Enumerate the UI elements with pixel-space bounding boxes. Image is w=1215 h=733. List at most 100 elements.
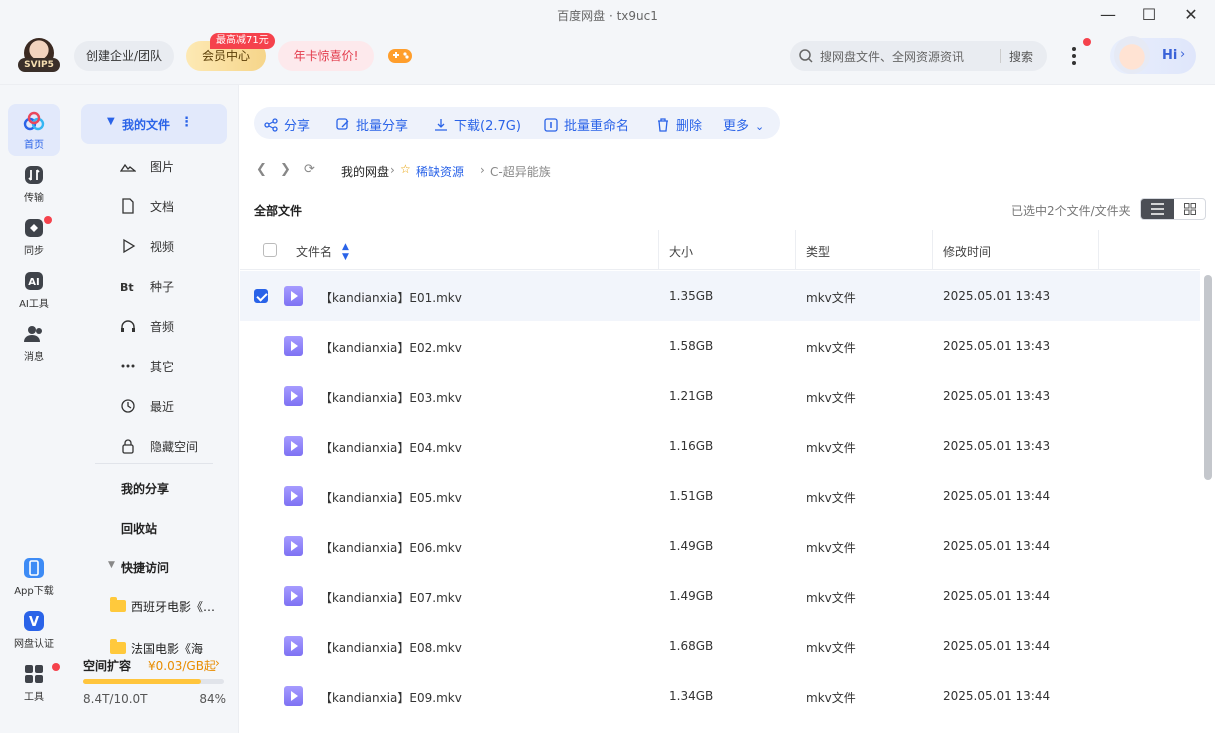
create-enterprise-button[interactable]: 创建企业/团队 [74, 41, 174, 71]
year-card-button[interactable]: 年卡惊喜价! [278, 41, 374, 71]
folder-icon [110, 639, 126, 654]
table-row[interactable]: 【kandianxia】E03.mkv 1.21GB mkv文件 2025.05.01… [240, 371, 1200, 421]
table-row[interactable]: 【kandianxia】E09.mkv 1.34GB mkv文件 2025.05.01… [240, 671, 1200, 721]
lock-icon [122, 439, 134, 454]
back-arrow-icon[interactable]: ❮ [256, 162, 267, 177]
chevron-right-icon: › [1180, 47, 1186, 62]
breadcrumb-level1[interactable]: 稀缺资源 [416, 163, 464, 180]
close-icon[interactable]: ✕ [1176, 4, 1206, 26]
select-all-checkbox[interactable] [263, 243, 277, 257]
file-size: 1.51GB [669, 489, 714, 503]
file-size: 1.16GB [669, 439, 714, 453]
maximize-icon[interactable]: ☐ [1134, 4, 1164, 26]
nav-app-download[interactable]: App下载 [8, 550, 60, 602]
more-vertical-icon[interactable]: ⋮ [180, 115, 193, 130]
search-button[interactable]: 搜索 [1009, 48, 1033, 65]
file-modified: 2025.05.01 13:43 [943, 289, 1051, 303]
more-options-icon[interactable] [1068, 44, 1080, 68]
refresh-icon[interactable]: ⟳ [304, 162, 315, 177]
share-button[interactable]: 分享 [264, 115, 310, 134]
column-size[interactable]: 大小 [669, 243, 693, 260]
quota-bar [83, 679, 224, 684]
quick-folder-item[interactable]: 西班牙电影《… [131, 598, 219, 615]
file-size: 1.21GB [669, 389, 714, 403]
row-checkbox[interactable] [254, 289, 268, 303]
file-name[interactable]: 【kandianxia】E01.mkv [320, 289, 462, 306]
file-type: mkv文件 [806, 341, 856, 355]
gamepad-icon[interactable] [387, 44, 413, 68]
window-title: 百度网盘 · tx9uc1 [557, 9, 658, 23]
chevron-down-icon[interactable]: ▼ [108, 560, 115, 570]
ai-icon: AI [25, 272, 43, 290]
audio-icon [121, 320, 135, 332]
nav-messages[interactable]: 消息 [8, 316, 60, 368]
assistant-button[interactable]: Hi › [1110, 36, 1196, 74]
sidebar-item-label: 种子 [150, 280, 175, 294]
batch-share-button[interactable]: 批量分享 [336, 115, 408, 134]
storage-quota[interactable]: 空间扩容 ¥0.03/GB起 › 8.4T/10.0T 84% [83, 655, 226, 725]
search-divider [1000, 49, 1001, 63]
file-name[interactable]: 【kandianxia】E02.mkv [320, 339, 462, 356]
search-input[interactable]: 搜网盘文件、全网资源资讯 [820, 48, 964, 65]
file-name[interactable]: 【kandianxia】E07.mkv [320, 589, 462, 606]
list-view-button[interactable] [1141, 199, 1174, 219]
avatar[interactable]: SVIP5 [18, 38, 60, 72]
quick-folder-item[interactable]: 法国电影《海 [131, 640, 219, 654]
view-toggle [1140, 198, 1206, 220]
file-name[interactable]: 【kandianxia】E05.mkv [320, 489, 462, 506]
sort-icon[interactable]: ▲ ▼ [342, 242, 349, 262]
minimize-icon[interactable]: — [1093, 4, 1123, 26]
column-divider[interactable] [795, 230, 796, 270]
nav-sync[interactable]: 同步 [8, 210, 60, 262]
sidebar-item-label: 我的文件 [122, 118, 171, 132]
file-type: mkv文件 [806, 541, 856, 555]
batch-rename-button[interactable]: 批量重命名 [544, 115, 629, 134]
sync-notification-dot [44, 216, 52, 224]
grid-view-button[interactable] [1174, 199, 1207, 219]
file-name[interactable]: 【kandianxia】E04.mkv [320, 439, 462, 456]
column-modified[interactable]: 修改时间 [943, 243, 991, 260]
column-name[interactable]: 文件名 [296, 243, 332, 260]
more-icon [121, 364, 135, 368]
file-size: 1.49GB [669, 589, 714, 603]
table-row[interactable]: 【kandianxia】E04.mkv 1.16GB mkv文件 2025.05.01… [240, 421, 1200, 471]
svg-text:Bt: Bt [120, 281, 134, 294]
column-divider[interactable] [932, 230, 933, 270]
file-name[interactable]: 【kandianxia】E06.mkv [320, 539, 462, 556]
batch-rename-label: 批量重命名 [564, 119, 630, 134]
table-row[interactable]: 【kandianxia】E02.mkv 1.58GB mkv文件 2025.05.01… [240, 321, 1200, 371]
quota-price[interactable]: ¥0.03/GB起 [148, 657, 216, 674]
file-name[interactable]: 【kandianxia】E09.mkv [320, 689, 462, 706]
file-modified: 2025.05.01 13:44 [943, 539, 1051, 553]
quick-access-heading[interactable]: 快捷访问 [121, 559, 169, 576]
file-size: 1.35GB [669, 289, 714, 303]
table-row[interactable]: 【kandianxia】E06.mkv 1.49GB mkv文件 2025.05.01… [240, 521, 1200, 571]
delete-button[interactable]: 删除 [656, 115, 702, 134]
more-button[interactable]: 更多 ⌄ [723, 115, 764, 134]
table-row[interactable]: 【kandianxia】E05.mkv 1.51GB mkv文件 2025.05.01… [240, 471, 1200, 521]
search-box[interactable]: 搜网盘文件、全网资源资讯 搜索 [790, 41, 1047, 71]
nav-transfer[interactable]: 传输 [8, 157, 60, 209]
nav-ai-tools[interactable]: AI AI工具 [8, 263, 60, 315]
column-type[interactable]: 类型 [806, 243, 830, 260]
svg-text:AI: AI [28, 277, 39, 288]
nav-home[interactable]: 首页 [8, 104, 60, 156]
column-divider[interactable] [1098, 230, 1099, 270]
table-row[interactable]: 【kandianxia】E08.mkv 1.68GB mkv文件 2025.05.01… [240, 621, 1200, 671]
download-button[interactable]: 下载(2.7G) [434, 115, 521, 134]
file-name[interactable]: 【kandianxia】E03.mkv [320, 389, 462, 406]
table-row[interactable]: 【kandianxia】E01.mkv 1.35GB mkv文件 2025.05.01… [240, 271, 1200, 321]
sidebar-item-my-share[interactable]: 我的分享 [121, 480, 169, 497]
sidebar-item-recycle-bin[interactable]: 回收站 [121, 520, 157, 537]
column-divider[interactable] [658, 230, 659, 270]
sidebar-item-my-files[interactable]: ▼ 我的文件 ⋮ [81, 104, 227, 144]
table-row[interactable]: 【kandianxia】E07.mkv 1.49GB mkv文件 2025.05.01… [240, 571, 1200, 621]
file-modified: 2025.05.01 13:43 [943, 389, 1051, 403]
file-name[interactable]: 【kandianxia】E08.mkv [320, 639, 462, 656]
video-file-icon [284, 636, 303, 656]
forward-arrow-icon[interactable]: ❯ [280, 162, 291, 177]
nav-verify[interactable]: V 网盘认证 [8, 603, 60, 655]
breadcrumb-root[interactable]: 我的网盘 [341, 163, 389, 180]
scrollbar[interactable] [1204, 275, 1212, 480]
file-modified: 2025.05.01 13:44 [943, 589, 1051, 603]
